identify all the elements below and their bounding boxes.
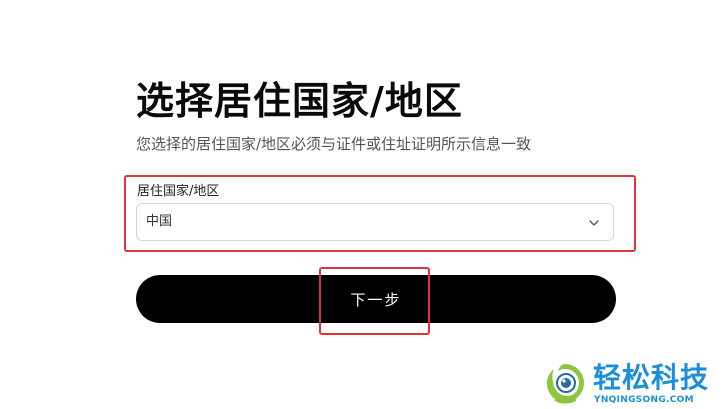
country-select-value: 中国: [146, 214, 173, 229]
page-title: 选择居住国家/地区: [136, 79, 463, 123]
next-step-button[interactable]: 下一步: [136, 275, 616, 323]
country-select[interactable]: 中国: [136, 203, 614, 241]
country-field-label: 居住国家/地区: [137, 184, 220, 199]
chevron-down-icon: [589, 220, 599, 226]
page-subtitle: 您选择的居住国家/地区必须与证件或住址证明所示信息一致: [136, 135, 532, 153]
watermark: 轻松科技 YNQINGSONG.COM: [542, 360, 728, 409]
eye-logo-icon: [547, 364, 584, 404]
watermark-domain: YNQINGSONG.COM: [594, 395, 694, 405]
watermark-name: 轻松科技: [593, 361, 710, 394]
